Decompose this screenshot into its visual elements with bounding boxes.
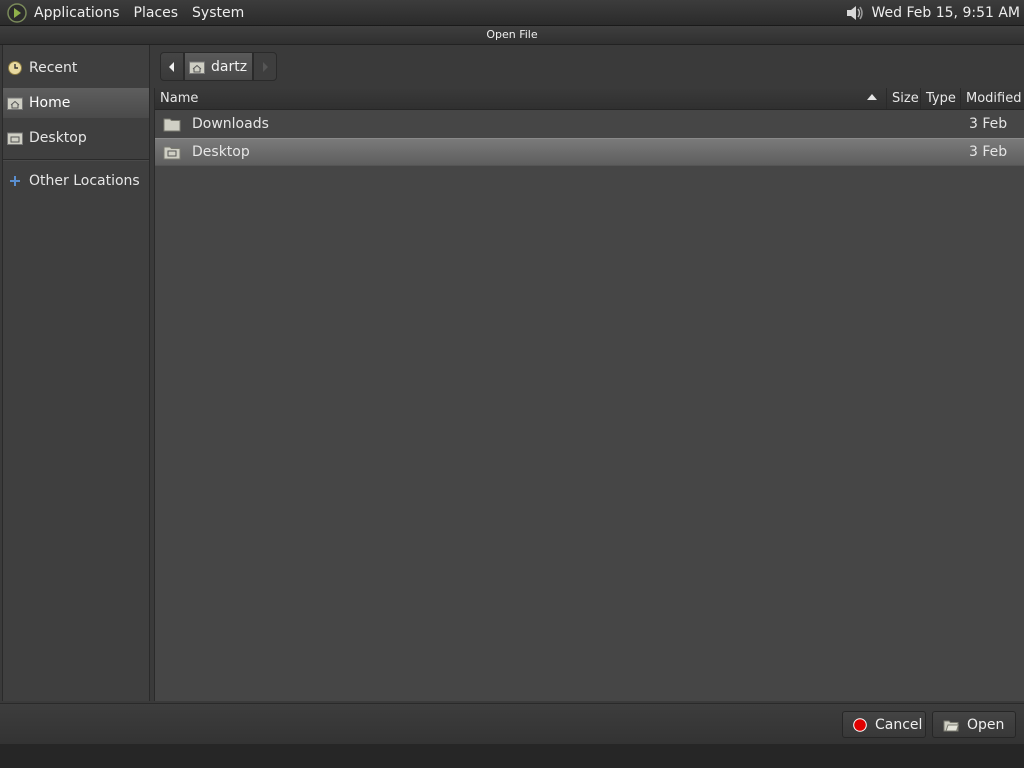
folder-icon bbox=[163, 118, 181, 132]
cancel-button-label: Cancel bbox=[875, 716, 923, 733]
path-forward-button[interactable] bbox=[253, 52, 278, 81]
speaker-icon[interactable] bbox=[844, 3, 866, 23]
cancel-button[interactable]: Cancel bbox=[842, 711, 926, 738]
path-back-button[interactable] bbox=[160, 52, 184, 81]
file-name: Downloads bbox=[192, 116, 269, 132]
distro-logo-icon[interactable] bbox=[6, 2, 28, 24]
menu-applications[interactable]: Applications bbox=[34, 5, 120, 21]
sidebar-item-recent[interactable]: Recent bbox=[3, 53, 149, 83]
column-type[interactable]: Type bbox=[920, 88, 960, 109]
column-size[interactable]: Size bbox=[886, 88, 920, 109]
desktop-folder-icon bbox=[163, 146, 181, 160]
file-row-desktop[interactable]: Desktop 3 Feb bbox=[155, 138, 1024, 166]
column-header: Name Size Type Modified bbox=[155, 88, 1024, 110]
open-button-label: Open bbox=[967, 716, 1005, 733]
plus-icon bbox=[7, 173, 23, 189]
sidebar-divider bbox=[3, 159, 149, 161]
desktop-folder-icon bbox=[7, 130, 23, 146]
file-modified: 3 Feb bbox=[969, 116, 1008, 132]
column-name[interactable]: Name bbox=[155, 88, 885, 109]
places-sidebar: Recent Home Desktop Other Locations bbox=[2, 45, 150, 701]
sidebar-item-other-locations[interactable]: Other Locations bbox=[3, 166, 149, 196]
sidebar-item-label: Recent bbox=[29, 60, 78, 76]
dialog-action-bar: Cancel Open bbox=[0, 703, 1024, 744]
home-folder-icon bbox=[7, 95, 23, 111]
panel-tray: Wed Feb 15, 9:51 AM bbox=[844, 3, 1024, 23]
sidebar-item-label: Other Locations bbox=[29, 173, 140, 189]
desktop-bottom-strip bbox=[0, 744, 1024, 768]
chevron-right-icon bbox=[263, 61, 269, 72]
sidebar-item-home[interactable]: Home bbox=[3, 88, 149, 118]
chevron-left-icon bbox=[169, 61, 174, 72]
menu-places[interactable]: Places bbox=[134, 5, 179, 21]
open-button[interactable]: Open bbox=[932, 711, 1016, 738]
file-list[interactable]: Name Size Type Modified Downloads 3 Feb … bbox=[154, 88, 1024, 701]
path-segment-home[interactable]: dartz bbox=[184, 52, 254, 81]
cancel-icon bbox=[853, 717, 867, 732]
home-folder-icon bbox=[189, 60, 205, 74]
menu-system[interactable]: System bbox=[192, 5, 244, 21]
sidebar-item-label: Home bbox=[29, 95, 71, 111]
recent-clock-icon bbox=[7, 60, 23, 76]
sidebar-item-label: Desktop bbox=[29, 130, 87, 146]
path-bar: dartz bbox=[160, 52, 278, 81]
sort-ascending-icon bbox=[867, 94, 877, 100]
file-name: Desktop bbox=[192, 144, 250, 160]
path-segment-label: dartz bbox=[211, 58, 248, 75]
clock[interactable]: Wed Feb 15, 9:51 AM bbox=[872, 5, 1020, 21]
dialog-title: Open File bbox=[0, 26, 1024, 45]
column-modified[interactable]: Modified bbox=[960, 88, 1024, 109]
top-panel: Applications Places System Wed Feb 15, 9… bbox=[0, 0, 1024, 26]
file-row-downloads[interactable]: Downloads 3 Feb bbox=[155, 111, 1024, 137]
open-folder-icon bbox=[943, 718, 959, 732]
file-modified: 3 Feb bbox=[969, 144, 1008, 160]
sidebar-item-desktop[interactable]: Desktop bbox=[3, 123, 149, 153]
